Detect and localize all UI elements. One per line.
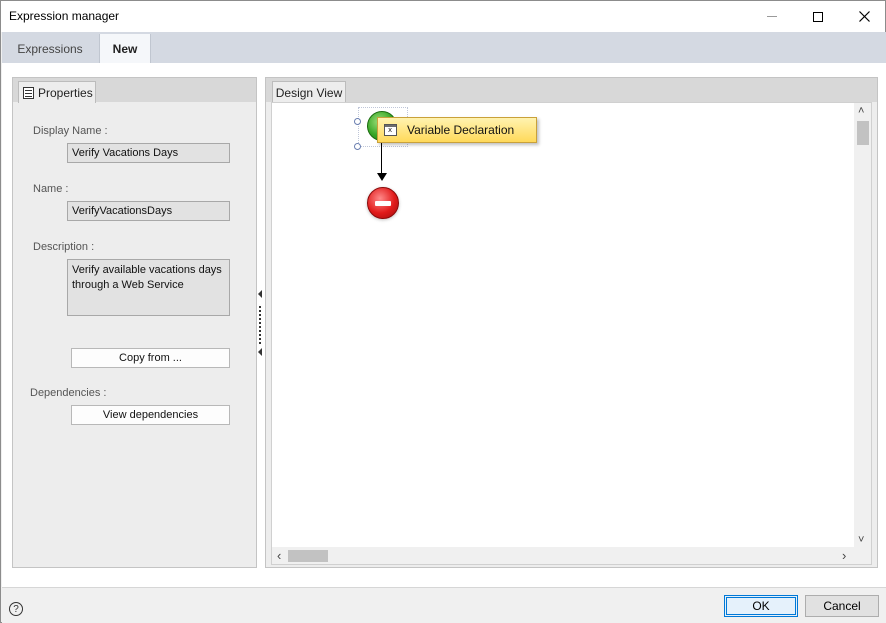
name-field[interactable]: VerifyVacationsDays — [67, 201, 230, 221]
properties-icon — [23, 86, 34, 99]
vertical-scroll-thumb[interactable] — [857, 121, 869, 145]
properties-panel: Properties Display Name : Verify Vacatio… — [12, 77, 257, 568]
collapse-left-arrow-icon-lower[interactable] — [258, 348, 262, 356]
description-line-2: through a Web Service — [72, 279, 184, 291]
properties-panel-header: Properties — [13, 78, 256, 103]
close-icon — [858, 11, 870, 22]
main-tabstrip: Expressions New — [2, 32, 886, 63]
horizontal-scroll-thumb[interactable] — [288, 550, 328, 562]
scroll-right-icon[interactable]: › — [842, 549, 846, 562]
tab-properties[interactable]: Properties — [18, 81, 96, 103]
content-area: Properties Display Name : Verify Vacatio… — [2, 63, 886, 587]
minimize-icon — [767, 16, 777, 17]
help-icon[interactable]: ? — [9, 602, 23, 616]
window-title: Expression manager — [9, 9, 120, 23]
minimize-button[interactable] — [749, 1, 795, 32]
maximize-button[interactable] — [795, 1, 841, 32]
connector-arrow-icon — [377, 173, 387, 181]
dependencies-label: Dependencies : — [30, 387, 107, 399]
vertical-scrollbar[interactable]: ˄ ˅ — [854, 103, 871, 549]
description-field[interactable]: Verify available vacations days through … — [67, 259, 230, 316]
description-label: Description : — [33, 241, 95, 253]
view-dependencies-button[interactable]: View dependencies — [71, 405, 230, 425]
copy-from-button[interactable]: Copy from ... — [71, 348, 230, 368]
display-name-label: Display Name : — [33, 125, 108, 137]
name-label: Name : — [33, 183, 69, 195]
scroll-up-icon[interactable]: ˄ — [858, 106, 864, 117]
design-canvas[interactable]: Variable Declaration ˄ ˅ ‹ › — [271, 102, 872, 565]
end-node-icon[interactable] — [367, 187, 399, 219]
flow-connector — [381, 143, 382, 175]
tab-new[interactable]: New — [99, 34, 151, 63]
scroll-corner — [854, 547, 871, 564]
collapse-left-arrow-icon[interactable] — [258, 290, 262, 298]
horizontal-scrollbar[interactable]: ‹ › — [272, 547, 856, 564]
tab-expressions[interactable]: Expressions — [2, 34, 98, 63]
maximize-icon — [813, 11, 823, 22]
display-name-field[interactable]: Verify Vacations Days — [67, 143, 230, 163]
variable-declaration-tooltip[interactable]: Variable Declaration — [377, 117, 537, 143]
scroll-left-icon[interactable]: ‹ — [277, 549, 281, 562]
design-panel-header: Design View — [266, 78, 877, 103]
cancel-button[interactable]: Cancel — [805, 595, 879, 617]
tab-design-view[interactable]: Design View — [272, 81, 346, 103]
properties-tab-label: Properties — [38, 85, 93, 100]
splitter-handle[interactable] — [259, 306, 261, 346]
selection-handle[interactable] — [354, 118, 361, 125]
tooltip-label: Variable Declaration — [407, 123, 515, 137]
close-button[interactable] — [841, 1, 886, 32]
dialog-footer: ? OK Cancel — [2, 587, 886, 623]
scroll-down-icon[interactable]: ˅ — [858, 535, 864, 546]
description-line-1: Verify available vacations days — [72, 264, 222, 276]
title-bar: Expression manager — [1, 1, 885, 32]
selection-handle[interactable] — [354, 143, 361, 150]
variable-declaration-icon — [384, 124, 397, 136]
design-panel: Design View Variable Declaration ˄ — [265, 77, 878, 568]
ok-button[interactable]: OK — [724, 595, 798, 617]
expression-manager-window: Expression manager Expressions New Prope… — [0, 0, 886, 623]
